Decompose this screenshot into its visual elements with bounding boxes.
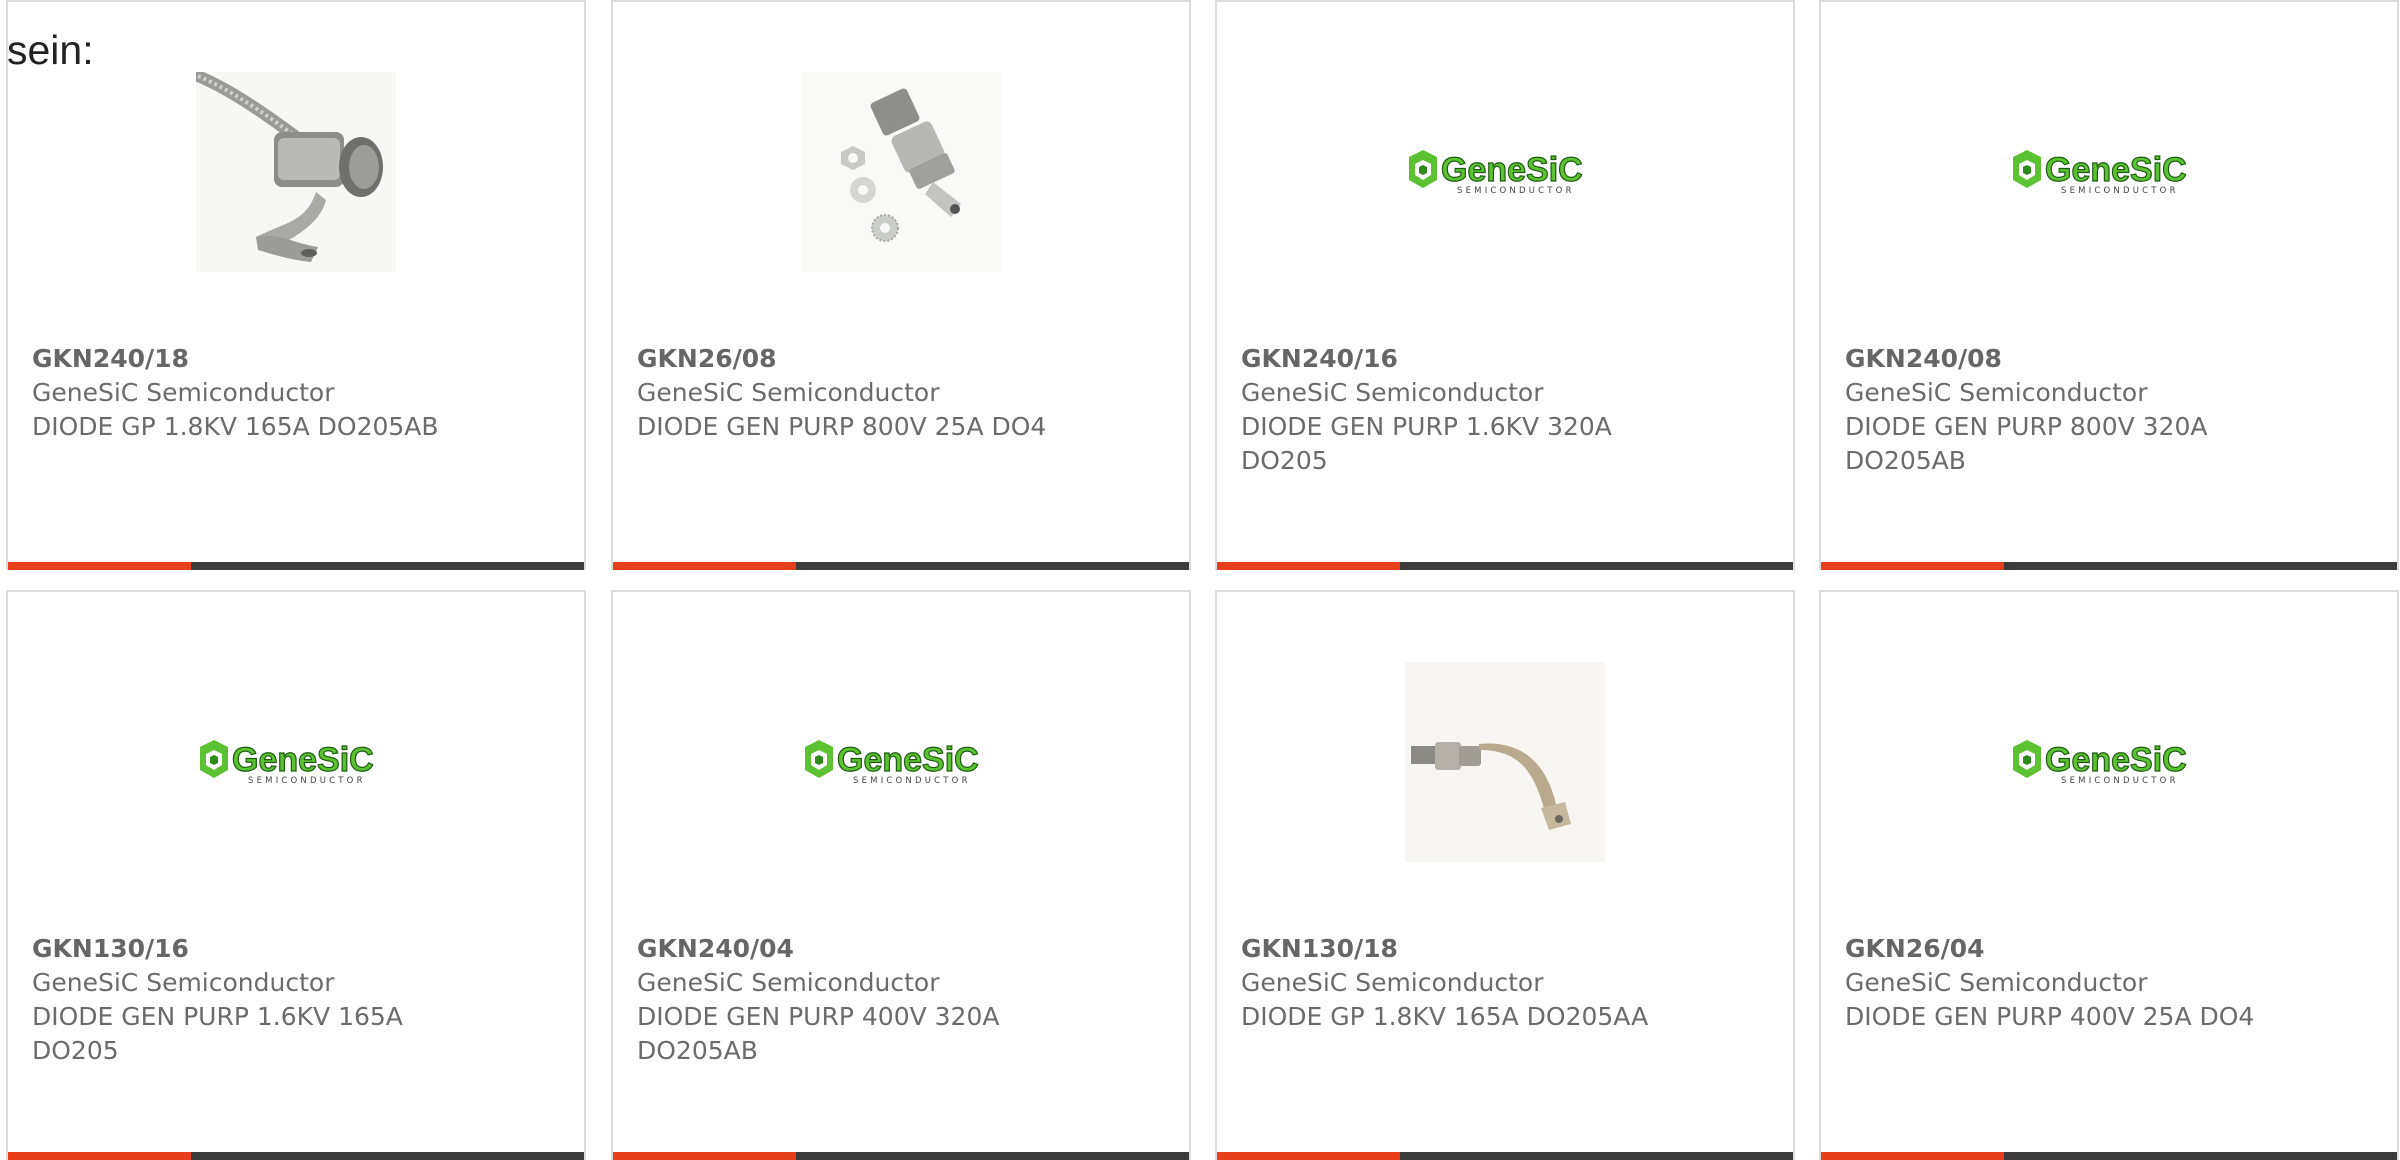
- card-bottom-bar: [8, 562, 584, 570]
- logo-wordmark: GeneSiC: [1441, 151, 1583, 189]
- genesic-logo-image[interactable]: GeneSiC SEMICONDUCTOR: [1405, 72, 1605, 272]
- card-accent-bar: [8, 1152, 191, 1160]
- product-description: DIODE GEN PURP 800V 320A DO205AB: [1845, 412, 2208, 475]
- product-card[interactable]: GKN130/18 GeneSiC Semiconductor DIODE GP…: [1215, 590, 1795, 1160]
- part-number-link[interactable]: GKN26/04: [1845, 932, 2373, 966]
- product-description: DIODE GEN PURP 1.6KV 320A DO205: [1241, 412, 1612, 475]
- manufacturer-name: GeneSiC Semiconductor: [637, 968, 940, 997]
- diode-product-image[interactable]: [196, 72, 396, 272]
- product-description: DIODE GEN PURP 400V 25A DO4: [1845, 1002, 2255, 1031]
- logo-wordmark: GeneSiC: [2045, 741, 2187, 779]
- product-card[interactable]: GeneSiC SEMICONDUCTOR GKN130/16 GeneSiC S…: [6, 590, 586, 1160]
- manufacturer-name: GeneSiC Semiconductor: [637, 378, 940, 407]
- manufacturer-name: GeneSiC Semiconductor: [1241, 378, 1544, 407]
- card-accent-bar: [1821, 1152, 2004, 1160]
- part-number-link[interactable]: GKN130/18: [1241, 932, 1769, 966]
- product-card[interactable]: GKN26/08 GeneSiC Semiconductor DIODE GEN…: [611, 0, 1191, 570]
- card-bottom-bar: [1217, 562, 1793, 570]
- card-bottom-bar: [613, 1152, 1189, 1160]
- product-info: GKN240/18 GeneSiC Semiconductor DIODE GP…: [32, 342, 560, 444]
- card-bottom-bar: [613, 562, 1189, 570]
- product-grid: GKN240/18 GeneSiC Semiconductor DIODE GP…: [0, 0, 2400, 1160]
- card-bottom-bar: [8, 1152, 584, 1160]
- logo-tagline: SEMICONDUCTOR: [1457, 186, 1575, 196]
- logo-tagline: SEMICONDUCTOR: [2061, 186, 2179, 196]
- product-grid-page: sein: GKN240/18 GeneSiC Semiconductor DI…: [0, 0, 2400, 1160]
- logo-tagline: SEMICONDUCTOR: [2061, 776, 2179, 786]
- product-card[interactable]: GeneSiC SEMICONDUCTOR GKN26/04 GeneSiC Se…: [1819, 590, 2399, 1160]
- product-info: GKN130/16 GeneSiC Semiconductor DIODE GE…: [32, 932, 560, 1068]
- card-accent-bar: [1217, 562, 1400, 570]
- card-bottom-bar: [1821, 1152, 2397, 1160]
- genesic-logo-image[interactable]: GeneSiC SEMICONDUCTOR: [2009, 662, 2209, 862]
- logo-wordmark: GeneSiC: [837, 741, 979, 779]
- logo-wordmark: GeneSiC: [2045, 151, 2187, 189]
- product-description: DIODE GEN PURP 400V 320A DO205AB: [637, 1002, 1000, 1065]
- diode-product-image[interactable]: [801, 72, 1001, 272]
- part-number-link[interactable]: GKN26/08: [637, 342, 1165, 376]
- manufacturer-name: GeneSiC Semiconductor: [32, 968, 335, 997]
- manufacturer-name: GeneSiC Semiconductor: [32, 378, 335, 407]
- part-number-link[interactable]: GKN240/08: [1845, 342, 2373, 376]
- card-accent-bar: [613, 1152, 796, 1160]
- genesic-logo-image[interactable]: GeneSiC SEMICONDUCTOR: [2009, 72, 2209, 272]
- genesic-logo-image[interactable]: GeneSiC SEMICONDUCTOR: [801, 662, 1001, 862]
- product-info: GKN130/18 GeneSiC Semiconductor DIODE GP…: [1241, 932, 1769, 1034]
- product-info: GKN26/04 GeneSiC Semiconductor DIODE GEN…: [1845, 932, 2373, 1034]
- card-accent-bar: [1217, 1152, 1400, 1160]
- product-info: GKN26/08 GeneSiC Semiconductor DIODE GEN…: [637, 342, 1165, 444]
- lead-text: sein:: [7, 27, 94, 73]
- genesic-logo-image[interactable]: GeneSiC SEMICONDUCTOR: [196, 662, 396, 862]
- logo-tagline: SEMICONDUCTOR: [853, 776, 971, 786]
- part-number-link[interactable]: GKN130/16: [32, 932, 560, 966]
- part-number-link[interactable]: GKN240/18: [32, 342, 560, 376]
- product-info: GKN240/08 GeneSiC Semiconductor DIODE GE…: [1845, 342, 2373, 478]
- card-accent-bar: [1821, 562, 2004, 570]
- part-number-link[interactable]: GKN240/04: [637, 932, 1165, 966]
- logo-wordmark: GeneSiC: [232, 741, 374, 779]
- card-bottom-bar: [1217, 1152, 1793, 1160]
- product-description: DIODE GP 1.8KV 165A DO205AB: [32, 412, 439, 441]
- product-description: DIODE GEN PURP 1.6KV 165A DO205: [32, 1002, 403, 1065]
- product-card[interactable]: GeneSiC SEMICONDUCTOR GKN240/16 GeneSiC S…: [1215, 0, 1795, 570]
- product-info: GKN240/04 GeneSiC Semiconductor DIODE GE…: [637, 932, 1165, 1068]
- manufacturer-name: GeneSiC Semiconductor: [1845, 378, 2148, 407]
- product-description: DIODE GEN PURP 800V 25A DO4: [637, 412, 1047, 441]
- manufacturer-name: GeneSiC Semiconductor: [1845, 968, 2148, 997]
- product-description: DIODE GP 1.8KV 165A DO205AA: [1241, 1002, 1649, 1031]
- card-accent-bar: [8, 562, 191, 570]
- product-card[interactable]: GeneSiC SEMICONDUCTOR GKN240/04 GeneSiC S…: [611, 590, 1191, 1160]
- product-info: GKN240/16 GeneSiC Semiconductor DIODE GE…: [1241, 342, 1769, 478]
- product-card[interactable]: GKN240/18 GeneSiC Semiconductor DIODE GP…: [6, 0, 586, 570]
- card-accent-bar: [613, 562, 796, 570]
- logo-tagline: SEMICONDUCTOR: [248, 776, 366, 786]
- diode-product-image[interactable]: [1405, 662, 1605, 862]
- card-bottom-bar: [1821, 562, 2397, 570]
- product-card[interactable]: GeneSiC SEMICONDUCTOR GKN240/08 GeneSiC S…: [1819, 0, 2399, 570]
- part-number-link[interactable]: GKN240/16: [1241, 342, 1769, 376]
- manufacturer-name: GeneSiC Semiconductor: [1241, 968, 1544, 997]
